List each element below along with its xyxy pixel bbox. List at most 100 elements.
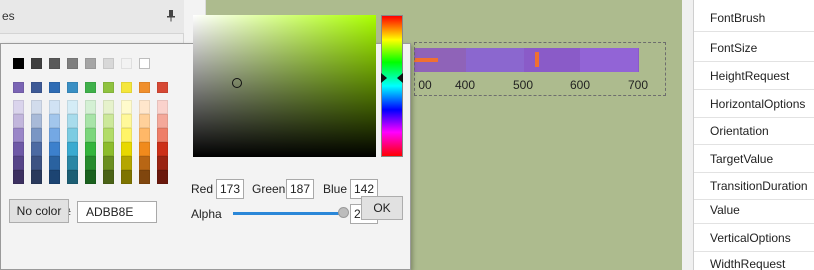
color-swatch[interactable]: [13, 114, 24, 128]
property-item[interactable]: FontBrush: [694, 5, 814, 32]
hue-slider[interactable]: [381, 15, 403, 157]
property-item[interactable]: Value: [694, 197, 814, 224]
color-swatch[interactable]: [85, 142, 96, 156]
property-item[interactable]: TransitionDuration: [694, 173, 814, 200]
property-item[interactable]: WidthRequest: [694, 251, 814, 270]
property-item[interactable]: HeightRequest: [694, 63, 814, 90]
color-swatch[interactable]: [31, 100, 42, 114]
red-input[interactable]: 173: [216, 179, 244, 199]
property-item[interactable]: HorizontalOptions: [694, 91, 814, 118]
color-swatch[interactable]: [157, 128, 168, 142]
color-swatch[interactable]: [85, 128, 96, 142]
color-swatch[interactable]: [13, 100, 24, 114]
property-item[interactable]: VerticalOptions: [694, 225, 814, 252]
color-swatch[interactable]: [103, 142, 114, 156]
ok-button[interactable]: OK: [361, 196, 403, 220]
color-swatch[interactable]: [49, 82, 60, 93]
color-swatch[interactable]: [31, 114, 42, 128]
color-swatch[interactable]: [139, 100, 150, 114]
color-swatch[interactable]: [31, 170, 42, 184]
color-swatch[interactable]: [13, 142, 24, 156]
color-swatch[interactable]: [49, 142, 60, 156]
alpha-label: Alpha: [191, 207, 222, 221]
color-swatch[interactable]: [157, 114, 168, 128]
color-swatch[interactable]: [103, 128, 114, 142]
color-swatch[interactable]: [31, 58, 42, 69]
alpha-slider-thumb[interactable]: [338, 207, 349, 218]
color-swatch[interactable]: [67, 100, 78, 114]
color-swatch[interactable]: [13, 58, 24, 69]
color-swatch[interactable]: [49, 58, 60, 69]
color-swatch[interactable]: [67, 170, 78, 184]
green-input[interactable]: 187: [286, 179, 314, 199]
color-swatch[interactable]: [13, 156, 24, 170]
color-swatch[interactable]: [85, 100, 96, 114]
color-swatch[interactable]: [85, 58, 96, 69]
color-swatch[interactable]: [31, 82, 42, 93]
color-swatch[interactable]: [103, 82, 114, 93]
pin-icon[interactable]: [166, 10, 176, 22]
color-swatch[interactable]: [67, 82, 78, 93]
color-swatch[interactable]: [13, 170, 24, 184]
hex-input[interactable]: ADBB8E: [77, 201, 157, 223]
color-swatch[interactable]: [139, 128, 150, 142]
color-swatch[interactable]: [85, 170, 96, 184]
color-swatch[interactable]: [103, 170, 114, 184]
color-swatch[interactable]: [157, 170, 168, 184]
color-swatch[interactable]: [121, 156, 132, 170]
color-swatch[interactable]: [121, 114, 132, 128]
color-swatch[interactable]: [139, 156, 150, 170]
color-swatch[interactable]: [121, 82, 132, 93]
color-swatch[interactable]: [13, 82, 24, 93]
color-swatch[interactable]: [85, 156, 96, 170]
color-swatch[interactable]: [121, 128, 132, 142]
property-item[interactable]: TargetValue: [694, 146, 814, 173]
color-swatch[interactable]: [103, 114, 114, 128]
color-swatch[interactable]: [67, 156, 78, 170]
color-swatch[interactable]: [31, 128, 42, 142]
color-swatch[interactable]: [49, 170, 60, 184]
color-swatch[interactable]: [67, 114, 78, 128]
color-swatch[interactable]: [49, 100, 60, 114]
color-swatch[interactable]: [49, 114, 60, 128]
tick-label: 600: [569, 78, 591, 92]
color-swatch[interactable]: [13, 128, 24, 142]
color-swatch[interactable]: [67, 58, 78, 69]
hue-marker-right: [397, 73, 403, 83]
color-swatch[interactable]: [103, 58, 114, 69]
no-color-button[interactable]: No color: [9, 199, 69, 223]
hue-marker-left: [381, 73, 387, 83]
green-label: Green: [252, 182, 286, 196]
color-swatch[interactable]: [85, 82, 96, 93]
color-swatch[interactable]: [157, 156, 168, 170]
property-item[interactable]: FontSize: [694, 35, 814, 62]
color-swatch[interactable]: [157, 82, 168, 93]
color-swatch[interactable]: [121, 100, 132, 114]
color-swatch[interactable]: [139, 142, 150, 156]
color-swatch[interactable]: [49, 128, 60, 142]
color-swatch[interactable]: [157, 100, 168, 114]
blue-label: Blue: [323, 182, 348, 196]
color-swatch[interactable]: [103, 156, 114, 170]
color-swatch[interactable]: [139, 82, 150, 93]
color-swatch[interactable]: [121, 170, 132, 184]
saturation-value-area[interactable]: [193, 15, 376, 157]
tick-label: 700: [627, 78, 649, 92]
color-swatch[interactable]: [31, 142, 42, 156]
property-item[interactable]: Orientation: [694, 118, 814, 145]
color-swatch[interactable]: [49, 156, 60, 170]
color-marker[interactable]: [232, 78, 242, 88]
color-swatch[interactable]: [139, 114, 150, 128]
color-swatch[interactable]: [85, 114, 96, 128]
color-swatch[interactable]: [157, 142, 168, 156]
panel-header: es: [0, 0, 184, 34]
color-swatch[interactable]: [121, 142, 132, 156]
color-swatch[interactable]: [103, 100, 114, 114]
color-swatch[interactable]: [121, 58, 132, 69]
color-swatch[interactable]: [67, 142, 78, 156]
color-swatch[interactable]: [31, 156, 42, 170]
alpha-slider-track[interactable]: [233, 212, 343, 215]
color-swatch[interactable]: [67, 128, 78, 142]
color-swatch[interactable]: [139, 170, 150, 184]
color-swatch[interactable]: [139, 58, 150, 69]
